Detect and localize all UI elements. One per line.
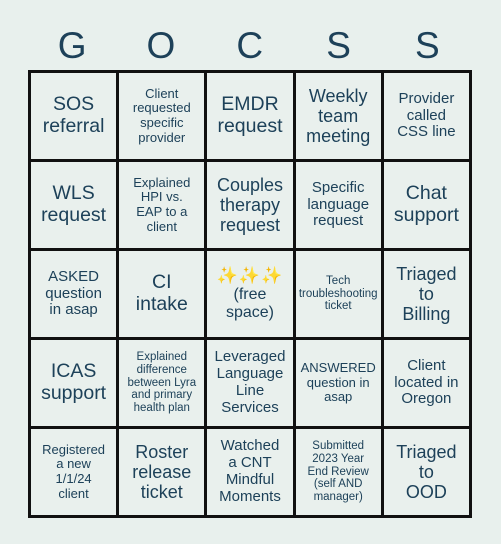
bingo-cell-r1-c3[interactable]: EMDR request (207, 73, 293, 159)
bingo-cell-r3-c4[interactable]: Tech troubleshooting ticket (295, 251, 381, 337)
bingo-cell-label: Triaged to Billing (396, 263, 457, 325)
bingo-cell-r3-c1[interactable]: ASKED question in asap (31, 251, 117, 337)
bingo-cell-label: ASKED question in asap (45, 267, 102, 319)
bingo-cell-r5-c3[interactable]: Watched a CNT Mindful Moments (207, 429, 293, 515)
bingo-cell-label: ICAS support (41, 360, 107, 404)
bingo-cell-label: WLS request (41, 182, 107, 226)
bingo-cell-r4-c4[interactable]: ANSWERED question in asap (295, 340, 381, 426)
bingo-cell-label: Watched a CNT Mindful Moments (219, 437, 281, 505)
bingo-header-letter-4: S (326, 25, 352, 66)
bingo-cell-label: SOS referral (42, 93, 105, 137)
bingo-cell-label: Triaged to OOD (396, 441, 457, 503)
bingo-cell-label: Specific language request (307, 178, 370, 230)
bingo-cell-label: (free space) (225, 285, 274, 321)
bingo-cell-r4-c3[interactable]: Leveraged Language Line Services (207, 340, 293, 426)
sparkles-icon: ✨✨✨ (216, 265, 284, 285)
bingo-cell-r1-c5[interactable]: Provider called CSS line (383, 73, 469, 159)
bingo-cell-r1-c4[interactable]: Weekly team meeting (295, 73, 381, 159)
bingo-header-letter-3: C (236, 25, 264, 66)
bingo-cell-r5-c1[interactable]: Registered a new 1/1/24 client (31, 429, 117, 515)
bingo-cell-r3-c2[interactable]: CI intake (119, 251, 205, 337)
bingo-cell-r2-c3[interactable]: Couples therapy request (207, 162, 293, 248)
bingo-card: G O C S S SOS referral Client requested s… (0, 0, 501, 544)
bingo-cell-label: Chat support (393, 182, 459, 226)
bingo-cell-r4-c2[interactable]: Explained difference between Lyra and pr… (119, 340, 205, 426)
bingo-header-letter-2: O (146, 25, 176, 66)
bingo-cell-label: Tech troubleshooting ticket (298, 274, 378, 313)
bingo-cell-label: Leveraged Language Line Services (214, 348, 286, 416)
bingo-cell-label: ANSWERED question in asap (300, 360, 376, 405)
bingo-cell-r2-c5[interactable]: Chat support (383, 162, 469, 248)
bingo-cell-label: Submitted 2023 Year End Review (self AND… (307, 439, 369, 504)
bingo-cell-label: Explained difference between Lyra and pr… (127, 350, 197, 415)
bingo-cell-label: Client requested specific provider (132, 85, 191, 145)
bingo-cell-label: Registered a new 1/1/24 client (42, 441, 106, 501)
bingo-cell-label: Explained HPI vs. EAP to a client (133, 174, 191, 234)
bingo-grid: SOS referral Client requested specific pr… (28, 70, 472, 518)
bingo-cell-label: EMDR request (217, 93, 283, 137)
bingo-cell-label: Client located in Oregon (394, 356, 459, 408)
bingo-header-letter-5: S (414, 25, 441, 66)
bingo-cell-label: Provider called CSS line (397, 89, 456, 141)
bingo-cell-r1-c1[interactable]: SOS referral (31, 73, 117, 159)
bingo-cell-label: Couples therapy request (216, 174, 284, 236)
bingo-cell-r5-c2[interactable]: Roster release ticket (119, 429, 205, 515)
bingo-cell-r4-c5[interactable]: Client located in Oregon (383, 340, 469, 426)
bingo-cell-r2-c1[interactable]: WLS request (31, 162, 117, 248)
bingo-cell-r5-c4[interactable]: Submitted 2023 Year End Review (self AND… (295, 429, 381, 515)
bingo-cell-r1-c2[interactable]: Client requested specific provider (119, 73, 205, 159)
bingo-cell-label: Roster release ticket (132, 441, 192, 503)
bingo-header-row: G O C S S (28, 22, 472, 70)
bingo-cell-r4-c1[interactable]: ICAS support (31, 340, 117, 426)
bingo-cell-r2-c2[interactable]: Explained HPI vs. EAP to a client (119, 162, 205, 248)
bingo-cell-r3-c3[interactable]: ✨✨✨ (free space) (207, 251, 293, 337)
bingo-cell-label: CI intake (135, 271, 188, 315)
bingo-cell-r3-c5[interactable]: Triaged to Billing (383, 251, 469, 337)
bingo-cell-r2-c4[interactable]: Specific language request (295, 162, 381, 248)
bingo-cell-r5-c5[interactable]: Triaged to OOD (383, 429, 469, 515)
bingo-cell-label: Weekly team meeting (306, 85, 371, 147)
bingo-header-letter-1: G (57, 25, 88, 66)
